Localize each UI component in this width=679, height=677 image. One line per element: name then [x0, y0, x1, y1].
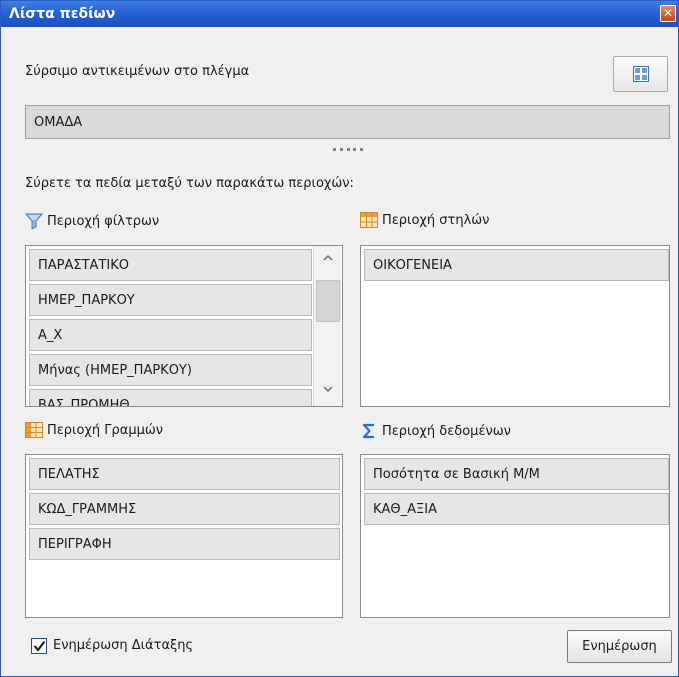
defer-update-checkbox[interactable] — [31, 638, 47, 654]
filter-field-item[interactable]: ΒΑΣ_ΠΡΟΜΗΘ — [29, 389, 312, 406]
filter-funnel-icon — [25, 213, 43, 230]
window-title: Λίστα πεδίων — [9, 6, 116, 22]
data-area-title: Περιοχή δεδομένων — [382, 423, 511, 439]
close-icon: ✕ — [662, 6, 674, 20]
splitter-handle[interactable] — [333, 148, 363, 154]
row-area-list[interactable]: ΠΕΛΑΤΗΣ ΚΩΔ_ΓΡΑΜΜΗΣ ΠΕΡΙΓΡΑΦΗ — [25, 454, 343, 618]
row-field-item[interactable]: ΚΩΔ_ΓΡΑΜΜΗΣ — [29, 493, 340, 525]
row-field-item[interactable]: ΠΕΛΑΤΗΣ — [29, 458, 340, 490]
scroll-down-arrow[interactable] — [314, 378, 342, 400]
columns-table-icon — [360, 212, 378, 228]
row-area-header: Περιοχή Γραμμών — [25, 422, 163, 438]
sigma-icon — [362, 423, 374, 439]
data-area-header: Περιοχή δεδομένων — [360, 422, 511, 440]
chevron-up-icon — [323, 254, 333, 261]
filter-area-header: Περιοχή φίλτρων — [25, 212, 159, 230]
filter-area-scrollbar[interactable] — [313, 246, 341, 406]
close-button[interactable]: ✕ — [660, 5, 676, 22]
scroll-thumb[interactable] — [316, 280, 340, 322]
field-item-omada[interactable]: ΟΜΑΔΑ — [26, 106, 669, 138]
filter-field-item[interactable]: Α_Χ — [29, 319, 312, 351]
filter-area-list[interactable]: ΠΑΡΑΣΤΑΤΙΚΟ ΗΜΕΡ_ΠΑΡΚΟΥ Α_Χ Μήνας (ΗΜΕΡ_… — [25, 245, 343, 407]
data-field-item[interactable]: ΚΑΘ_ΑΞΙΑ — [364, 493, 669, 525]
row-area-title: Περιοχή Γραμμών — [47, 422, 164, 438]
rows-table-icon — [25, 422, 43, 438]
column-area-header: Περιοχή στηλών — [360, 212, 489, 228]
filter-field-item[interactable]: Μήνας (ΗΜΕΡ_ΠΑΡΚΟΥ) — [29, 354, 312, 386]
filter-field-item[interactable]: ΠΑΡΑΣΤΑΤΙΚΟ — [29, 249, 312, 281]
column-field-item[interactable]: ΟΙΚΟΓΕΝΕΙΑ — [364, 249, 669, 281]
checkmark-icon — [33, 640, 45, 652]
column-area-list[interactable]: ΟΙΚΟΓΕΝΕΙΑ — [360, 245, 670, 407]
data-field-item[interactable]: Ποσότητα σε Βασική Μ/Μ — [364, 458, 669, 490]
drag-hint-label: Σύρσιμο αντικειμένων στο πλέγμα — [25, 64, 250, 79]
hidden-fields-list[interactable]: ΟΜΑΔΑ — [25, 105, 670, 139]
filter-field-item[interactable]: ΗΜΕΡ_ΠΑΡΚΟΥ — [29, 284, 312, 316]
column-area-title: Περιοχή στηλών — [382, 212, 490, 228]
row-field-item[interactable]: ΠΕΡΙΓΡΑΦΗ — [29, 528, 340, 560]
field-list-window: Λίστα πεδίων ✕ Σύρσιμο αντικειμένων στο … — [0, 0, 679, 677]
instructions-label: Σύρετε τα πεδία μεταξύ των παρακάτω περι… — [25, 176, 354, 191]
layout-options-button[interactable] — [613, 56, 668, 92]
filter-area-title: Περιοχή φίλτρων — [47, 213, 160, 229]
data-area-list[interactable]: Ποσότητα σε Βασική Μ/Μ ΚΑΘ_ΑΞΙΑ — [360, 454, 670, 618]
defer-update-label[interactable]: Ενημέρωση Διάταξης — [53, 638, 193, 653]
scroll-up-arrow[interactable] — [314, 246, 342, 268]
grid-layout-icon — [632, 66, 649, 82]
chevron-down-icon — [323, 385, 333, 392]
update-button[interactable]: Ενημέρωση — [567, 630, 672, 663]
title-bar[interactable]: Λίστα πεδίων ✕ — [1, 1, 678, 27]
